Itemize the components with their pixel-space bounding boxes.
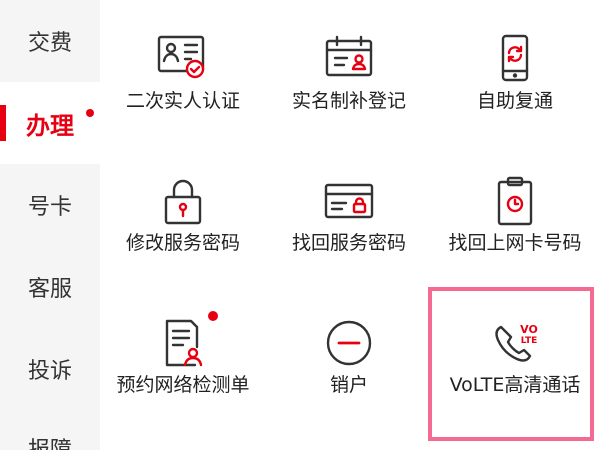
phone-refresh-icon — [487, 31, 543, 87]
clipboard-clock-icon — [487, 173, 543, 229]
service-label: 找回服务密码 — [291, 232, 406, 254]
calendar-person-icon — [321, 31, 377, 87]
sidebar-item-fault-report[interactable]: 报障 — [0, 410, 100, 450]
sidebar-item-label: 客服 — [27, 277, 72, 302]
new-badge-dot — [208, 311, 218, 321]
notification-dot — [86, 109, 94, 117]
service-self-reactivation[interactable]: 自助复通 — [432, 0, 598, 140]
service-label: 自助复通 — [476, 90, 553, 112]
card-lock-icon — [321, 173, 377, 229]
minus-circle-icon — [321, 315, 377, 371]
volte-lte-text: LTE — [521, 336, 538, 346]
service-recover-data-card-number[interactable]: 找回上网卡号码 — [432, 142, 598, 282]
id-card-check-icon — [155, 31, 211, 87]
service-cancel-account[interactable]: 销户 — [266, 284, 432, 424]
sidebar-item-label: 报障 — [28, 432, 72, 450]
sidebar-item-customer-service[interactable]: 客服 — [0, 246, 100, 328]
service-label: 销户 — [329, 374, 368, 396]
service-real-name-registration[interactable]: 实名制补登记 — [266, 0, 432, 140]
service-label: 找回上网卡号码 — [448, 232, 582, 254]
service-label: 二次实人认证 — [125, 90, 240, 112]
active-indicator — [0, 105, 6, 141]
sidebar-item-pay[interactable]: 交费 — [0, 0, 100, 82]
padlock-icon — [155, 173, 211, 229]
service-label: 预约网络检测单 — [116, 374, 250, 396]
volte-phone-icon: VO LTE — [487, 315, 543, 371]
service-recover-password[interactable]: 找回服务密码 — [266, 142, 432, 282]
service-label: VoLTE高清通话 — [449, 374, 581, 396]
sidebar-item-label: 办理 — [26, 111, 74, 140]
sidebar-item-label: 投诉 — [27, 359, 72, 384]
sidebar-item-label: 交费 — [27, 31, 72, 56]
service-change-password[interactable]: 修改服务密码 — [100, 142, 266, 282]
service-volte-hd-call[interactable]: VO LTE VoLTE高清通话 — [432, 284, 598, 424]
sidebar: 交费 办理 号卡 客服 投诉 报障 — [0, 0, 100, 450]
service-real-person-auth[interactable]: 二次实人认证 — [100, 0, 266, 140]
volte-vo-text: VO — [520, 323, 538, 336]
service-label: 修改服务密码 — [125, 232, 240, 254]
service-label: 实名制补登记 — [291, 90, 406, 112]
sidebar-item-number-card[interactable]: 号卡 — [0, 164, 100, 246]
document-person-icon — [155, 315, 211, 371]
service-book-network-test[interactable]: 预约网络检测单 — [100, 284, 266, 424]
sidebar-item-complaint[interactable]: 投诉 — [0, 328, 100, 410]
sidebar-item-handle[interactable]: 办理 — [0, 82, 100, 164]
service-grid: 二次实人认证 实名制补登记 自助复通 修改服务密码 找回服务密码 找回上网卡号码… — [100, 0, 600, 450]
sidebar-item-label: 号卡 — [27, 195, 72, 220]
